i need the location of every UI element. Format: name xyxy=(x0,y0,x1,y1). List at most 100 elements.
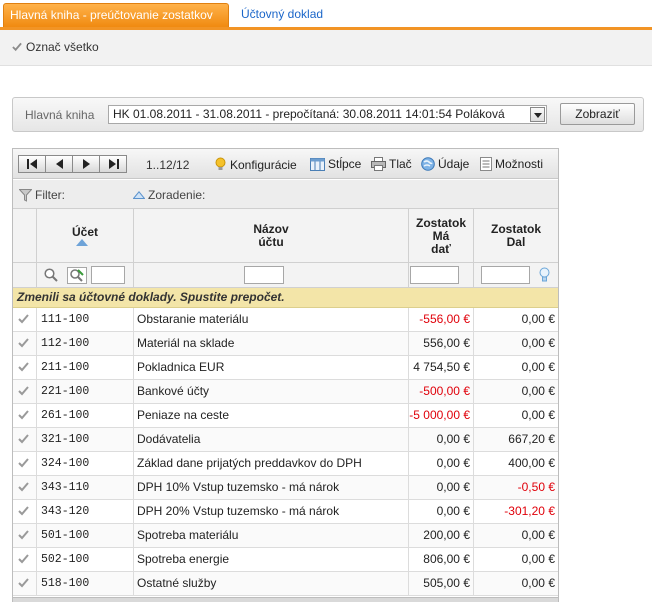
cell-name: DPH 20% Vstup tuzemsko - má nárok xyxy=(134,500,409,523)
toolbar: Označ všetko xyxy=(0,30,652,66)
filter-label: Filter: xyxy=(35,188,65,202)
row-check-cell[interactable] xyxy=(13,548,37,571)
filter-check-cell xyxy=(13,263,37,288)
debit-filter-input[interactable] xyxy=(410,266,459,284)
header-d-line2: Dal xyxy=(506,235,526,249)
cell-md: 0,00 € xyxy=(409,476,474,499)
row-check-cell[interactable] xyxy=(13,404,37,427)
magnifier-clear-icon[interactable] xyxy=(67,267,87,284)
table-row[interactable]: 111-100 Obstaranie materiálu -556,00 € 0,00… xyxy=(13,308,558,332)
configurations-button[interactable]: Konfigurácie xyxy=(214,157,297,172)
cell-name: Pokladnica EUR xyxy=(134,356,409,379)
table-row[interactable]: 261-100 Peniaze na ceste -5 000,00 € 0,00 € xyxy=(13,404,558,428)
cell-account: 324-100 xyxy=(37,452,134,475)
table-row[interactable]: 211-100 Pokladnica EUR 4 754,50 € 0,00 € xyxy=(13,356,558,380)
cell-md: -500,00 € xyxy=(409,380,474,403)
table-row[interactable]: 112-100 Materiál na sklade 556,00 € 0,00 € xyxy=(13,332,558,356)
table-row[interactable]: 502-100 Spotreba energie 806,00 € 0,00 € xyxy=(13,548,558,572)
data-button[interactable]: Údaje xyxy=(421,157,469,171)
cell-md: 0,00 € xyxy=(409,428,474,451)
cell-d: 0,00 € xyxy=(521,528,555,542)
tab-accounting-document[interactable]: Účtovný doklad xyxy=(232,3,332,27)
row-check-cell[interactable] xyxy=(13,428,37,451)
account-filter-cell xyxy=(37,263,134,288)
check-icon xyxy=(18,434,29,444)
cell-name: Dodávatelia xyxy=(134,428,409,451)
sort-toggle[interactable]: Zoradenie: xyxy=(133,188,205,202)
cell-name: Ostatné služby xyxy=(134,572,409,595)
sort-ascending-icon xyxy=(75,239,88,246)
previous-page-button[interactable] xyxy=(45,155,73,173)
next-page-button[interactable] xyxy=(72,155,100,173)
header-md-line2: Má xyxy=(432,228,450,243)
printer-icon xyxy=(371,157,386,171)
check-icon xyxy=(18,362,29,372)
table-row[interactable]: 324-100 Základ dane prijatých preddavkov … xyxy=(13,452,558,476)
check-icon xyxy=(18,410,29,420)
cell-account: 261-100 xyxy=(37,404,134,427)
header-account-name[interactable]: Názov účtu xyxy=(134,209,409,263)
grid-filter-row: Filter: Zoradenie: xyxy=(13,180,558,209)
cell-d: 0,00 € xyxy=(521,312,555,326)
credit-filter-input[interactable] xyxy=(481,266,530,284)
cell-account: 502-100 xyxy=(37,548,134,571)
grid-header-row: Účet Názov účtu Zostatok Má dať Zostatok Dal xyxy=(13,209,558,263)
cell-d: -301,20 € xyxy=(504,504,555,518)
print-button[interactable]: Tlač xyxy=(371,157,412,171)
options-button[interactable]: Možnosti xyxy=(480,157,543,171)
first-page-button[interactable] xyxy=(18,155,46,173)
header-md-line3: dať xyxy=(431,241,451,256)
page-info: 1..12/12 xyxy=(146,158,190,172)
lightbulb-hint-icon[interactable] xyxy=(539,267,550,283)
filter-toggle[interactable]: Filter: xyxy=(19,188,65,202)
select-all-button[interactable]: Označ všetko xyxy=(12,40,99,54)
name-filter-cell xyxy=(134,263,409,288)
last-page-button[interactable] xyxy=(99,155,127,173)
cell-md: 200,00 € xyxy=(409,524,474,547)
check-icon xyxy=(18,338,29,348)
select-all-label: Označ všetko xyxy=(26,40,99,54)
row-check-cell[interactable] xyxy=(13,452,37,475)
row-check-cell[interactable] xyxy=(13,500,37,523)
sort-triangle-icon xyxy=(133,191,145,199)
row-check-cell[interactable] xyxy=(13,356,37,379)
name-filter-input[interactable] xyxy=(244,266,284,284)
table-row[interactable]: 321-100 Dodávatelia 0,00 € 667,20 € xyxy=(13,428,558,452)
tab-general-ledger-rebooking[interactable]: Hlavná kniha - preúčtovanie zostatkov xyxy=(3,3,229,27)
cell-account: 343-110 xyxy=(37,476,134,499)
cell-account: 111-100 xyxy=(37,308,134,331)
table-row[interactable]: 343-120 DPH 20% Vstup tuzemsko - má nárok… xyxy=(13,500,558,524)
account-filter-input[interactable] xyxy=(91,266,125,284)
check-icon xyxy=(18,578,29,588)
header-check-column xyxy=(13,209,37,263)
cell-name: Obstaranie materiálu xyxy=(134,308,409,331)
check-icon xyxy=(18,530,29,540)
header-name-line2: účtu xyxy=(258,235,284,249)
previous-page-icon xyxy=(56,159,63,169)
row-check-cell[interactable] xyxy=(13,476,37,499)
cell-d: -0,50 € xyxy=(517,480,555,494)
header-account[interactable]: Účet xyxy=(37,209,134,263)
row-check-cell[interactable] xyxy=(13,380,37,403)
chevron-down-icon[interactable] xyxy=(530,107,545,122)
next-page-icon xyxy=(83,159,90,169)
header-account-label: Účet xyxy=(71,225,98,239)
grid-scrollbar[interactable] xyxy=(13,597,558,602)
magnifier-icon[interactable] xyxy=(44,268,58,282)
row-check-cell[interactable] xyxy=(13,332,37,355)
table-row[interactable]: 343-110 DPH 10% Vstup tuzemsko - má nárok… xyxy=(13,476,558,500)
sort-label: Zoradenie: xyxy=(148,188,206,202)
table-row[interactable]: 221-100 Bankové účty -500,00 € 0,00 € xyxy=(13,380,558,404)
header-balance-credit[interactable]: Zostatok Dal xyxy=(474,209,558,263)
show-button[interactable]: Zobraziť xyxy=(560,103,635,125)
columns-label: Stĺpce xyxy=(328,157,362,171)
header-balance-debit[interactable]: Zostatok Má dať xyxy=(409,209,474,263)
row-check-cell[interactable] xyxy=(13,524,37,547)
row-check-cell[interactable] xyxy=(13,572,37,595)
table-row[interactable]: 501-100 Spotreba materiálu 200,00 € 0,00 € xyxy=(13,524,558,548)
ledger-select[interactable]: HK 01.08.2011 - 31.08.2011 - prepočítaná… xyxy=(108,105,547,124)
table-row[interactable]: 518-100 Ostatné služby 505,00 € 0,00 € xyxy=(13,572,558,596)
columns-button[interactable]: Stĺpce xyxy=(310,157,361,171)
cell-account: 211-100 xyxy=(37,356,134,379)
row-check-cell[interactable] xyxy=(13,308,37,331)
